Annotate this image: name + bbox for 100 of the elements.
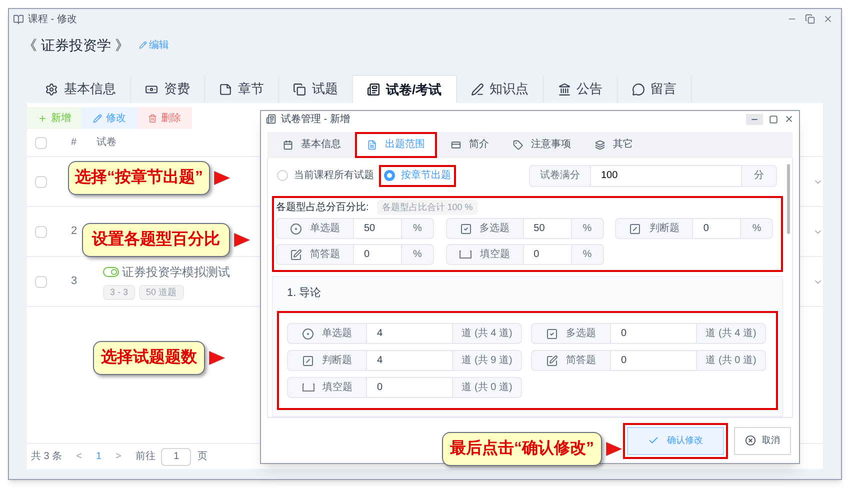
input-field[interactable]: 0	[524, 244, 571, 266]
bracket-icon	[459, 250, 472, 260]
banknote-icon	[145, 82, 158, 96]
callout: 设置各题型百分比	[82, 223, 230, 257]
tag: 3 - 3	[103, 284, 136, 300]
unit-label: 道 (共 4 道)	[696, 323, 766, 344]
arrow-icon	[214, 171, 230, 185]
trash-icon	[148, 114, 157, 122]
close-icon[interactable]	[784, 114, 794, 124]
unit-label: 分	[741, 164, 777, 187]
card-icon	[451, 140, 461, 150]
scrollbar[interactable]	[787, 164, 790, 234]
field-label-text: 判断题	[649, 222, 680, 236]
unit-label: %	[570, 244, 604, 266]
tab[interactable]: 试卷/考试	[353, 75, 457, 103]
field-label-text: 单选题	[310, 222, 340, 236]
column-header: 试卷	[96, 136, 117, 150]
radio-icon	[302, 328, 314, 340]
column-header: #	[71, 136, 77, 150]
input-field[interactable]: 0	[354, 244, 401, 266]
field-label-text: 判断题	[322, 354, 352, 368]
input-field[interactable]: 0	[693, 218, 740, 240]
tag-icon	[513, 140, 523, 150]
field-label-text: 简答题	[310, 248, 340, 262]
callout: 最后点击“确认修改”	[442, 432, 602, 466]
maximize-icon[interactable]	[769, 114, 778, 124]
field-label: 试卷满分	[529, 164, 591, 187]
close-icon[interactable]	[823, 14, 833, 24]
unit-label: 道 (共 4 道)	[452, 323, 522, 344]
header-checkbox[interactable]	[35, 136, 47, 148]
radio-icon	[290, 222, 302, 235]
row-number: 3	[71, 274, 78, 290]
input-field[interactable]: 0	[611, 323, 696, 344]
field-label-text: 填空题	[480, 248, 510, 262]
section-label: 各题型占总分百分比:	[276, 200, 369, 216]
input-field[interactable]: 100	[591, 164, 741, 187]
window-title: 课程 - 修改	[28, 12, 77, 26]
newspaper-icon	[266, 114, 276, 124]
unit-label: 道 (共 0 道)	[696, 350, 766, 372]
chat-icon	[632, 82, 645, 96]
arrow-icon	[234, 233, 250, 247]
page-input[interactable]: 1	[161, 448, 192, 466]
field-label-text: 单选题	[322, 326, 352, 342]
unit-label: %	[401, 244, 434, 266]
cancel-button[interactable]: 取消	[734, 426, 791, 455]
chapter-title: 1. 导论	[286, 286, 322, 302]
pencil-icon	[93, 114, 102, 122]
row-checkbox[interactable]	[35, 176, 47, 188]
restore-icon[interactable]	[805, 14, 815, 24]
input-field[interactable]: 4	[367, 350, 452, 372]
minimize-button[interactable]	[746, 114, 763, 125]
document-icon	[367, 140, 377, 150]
input-field[interactable]: 4	[367, 323, 452, 344]
field-label-text: 简答题	[566, 354, 596, 368]
total-badge: 各题型占比合计 100 %	[376, 200, 478, 216]
row-checkbox[interactable]	[35, 226, 47, 238]
book-icon	[13, 14, 24, 24]
checkbox-icon	[460, 222, 472, 235]
dialog-tab[interactable]: 其它	[585, 132, 643, 158]
dialog-tab[interactable]: 注意事项	[503, 132, 581, 158]
input-field[interactable]: 50	[524, 218, 571, 240]
pencil-icon	[138, 41, 147, 49]
pencil-square-icon	[290, 248, 302, 261]
field-label-text: 多选题	[566, 326, 596, 342]
gear-icon	[45, 82, 58, 96]
input-field[interactable]: 0	[367, 377, 452, 398]
dialog-title: 试卷管理 - 新增	[281, 112, 350, 127]
plus-icon	[38, 114, 47, 122]
course-title: 《 证券投资学 》	[23, 36, 129, 54]
dialog-tab[interactable]: 基本信息	[273, 132, 351, 158]
callout: 选择“按章节出题”	[68, 161, 210, 195]
unit-label: %	[401, 218, 434, 240]
checkbox-icon	[546, 328, 558, 340]
slash-square-icon	[302, 354, 314, 367]
arrow-icon	[209, 351, 225, 365]
arrow-icon	[606, 442, 622, 456]
unit-label: %	[740, 218, 774, 240]
callout: 选择试题题数	[93, 341, 205, 375]
tag: 50 道题	[139, 284, 184, 300]
total-count: 共 3 条	[31, 450, 62, 464]
radio-option[interactable]: 当前课程所有试题	[274, 164, 377, 187]
unit-label: %	[570, 218, 604, 240]
close-circle-icon	[745, 435, 756, 446]
calendar-icon	[283, 140, 293, 150]
dialog-tab[interactable]: 简介	[441, 132, 499, 158]
page-unit: 页	[197, 450, 208, 464]
goto-label: 前往	[135, 450, 156, 464]
newspaper-icon	[367, 83, 380, 96]
copy-icon	[293, 82, 306, 96]
pencil-square-icon	[546, 354, 558, 367]
row-checkbox[interactable]	[35, 276, 47, 288]
field-label-text: 填空题	[322, 380, 352, 396]
field-label-text: 多选题	[480, 222, 510, 236]
unit-label: 道 (共 0 道)	[452, 377, 522, 398]
input-field[interactable]: 50	[354, 218, 401, 240]
input-field[interactable]: 0	[611, 350, 696, 372]
paper-title: 证券投资学模拟测试	[122, 264, 230, 281]
pen-icon	[470, 82, 484, 96]
row-number: 2	[71, 224, 78, 240]
slash-square-icon	[629, 222, 642, 235]
